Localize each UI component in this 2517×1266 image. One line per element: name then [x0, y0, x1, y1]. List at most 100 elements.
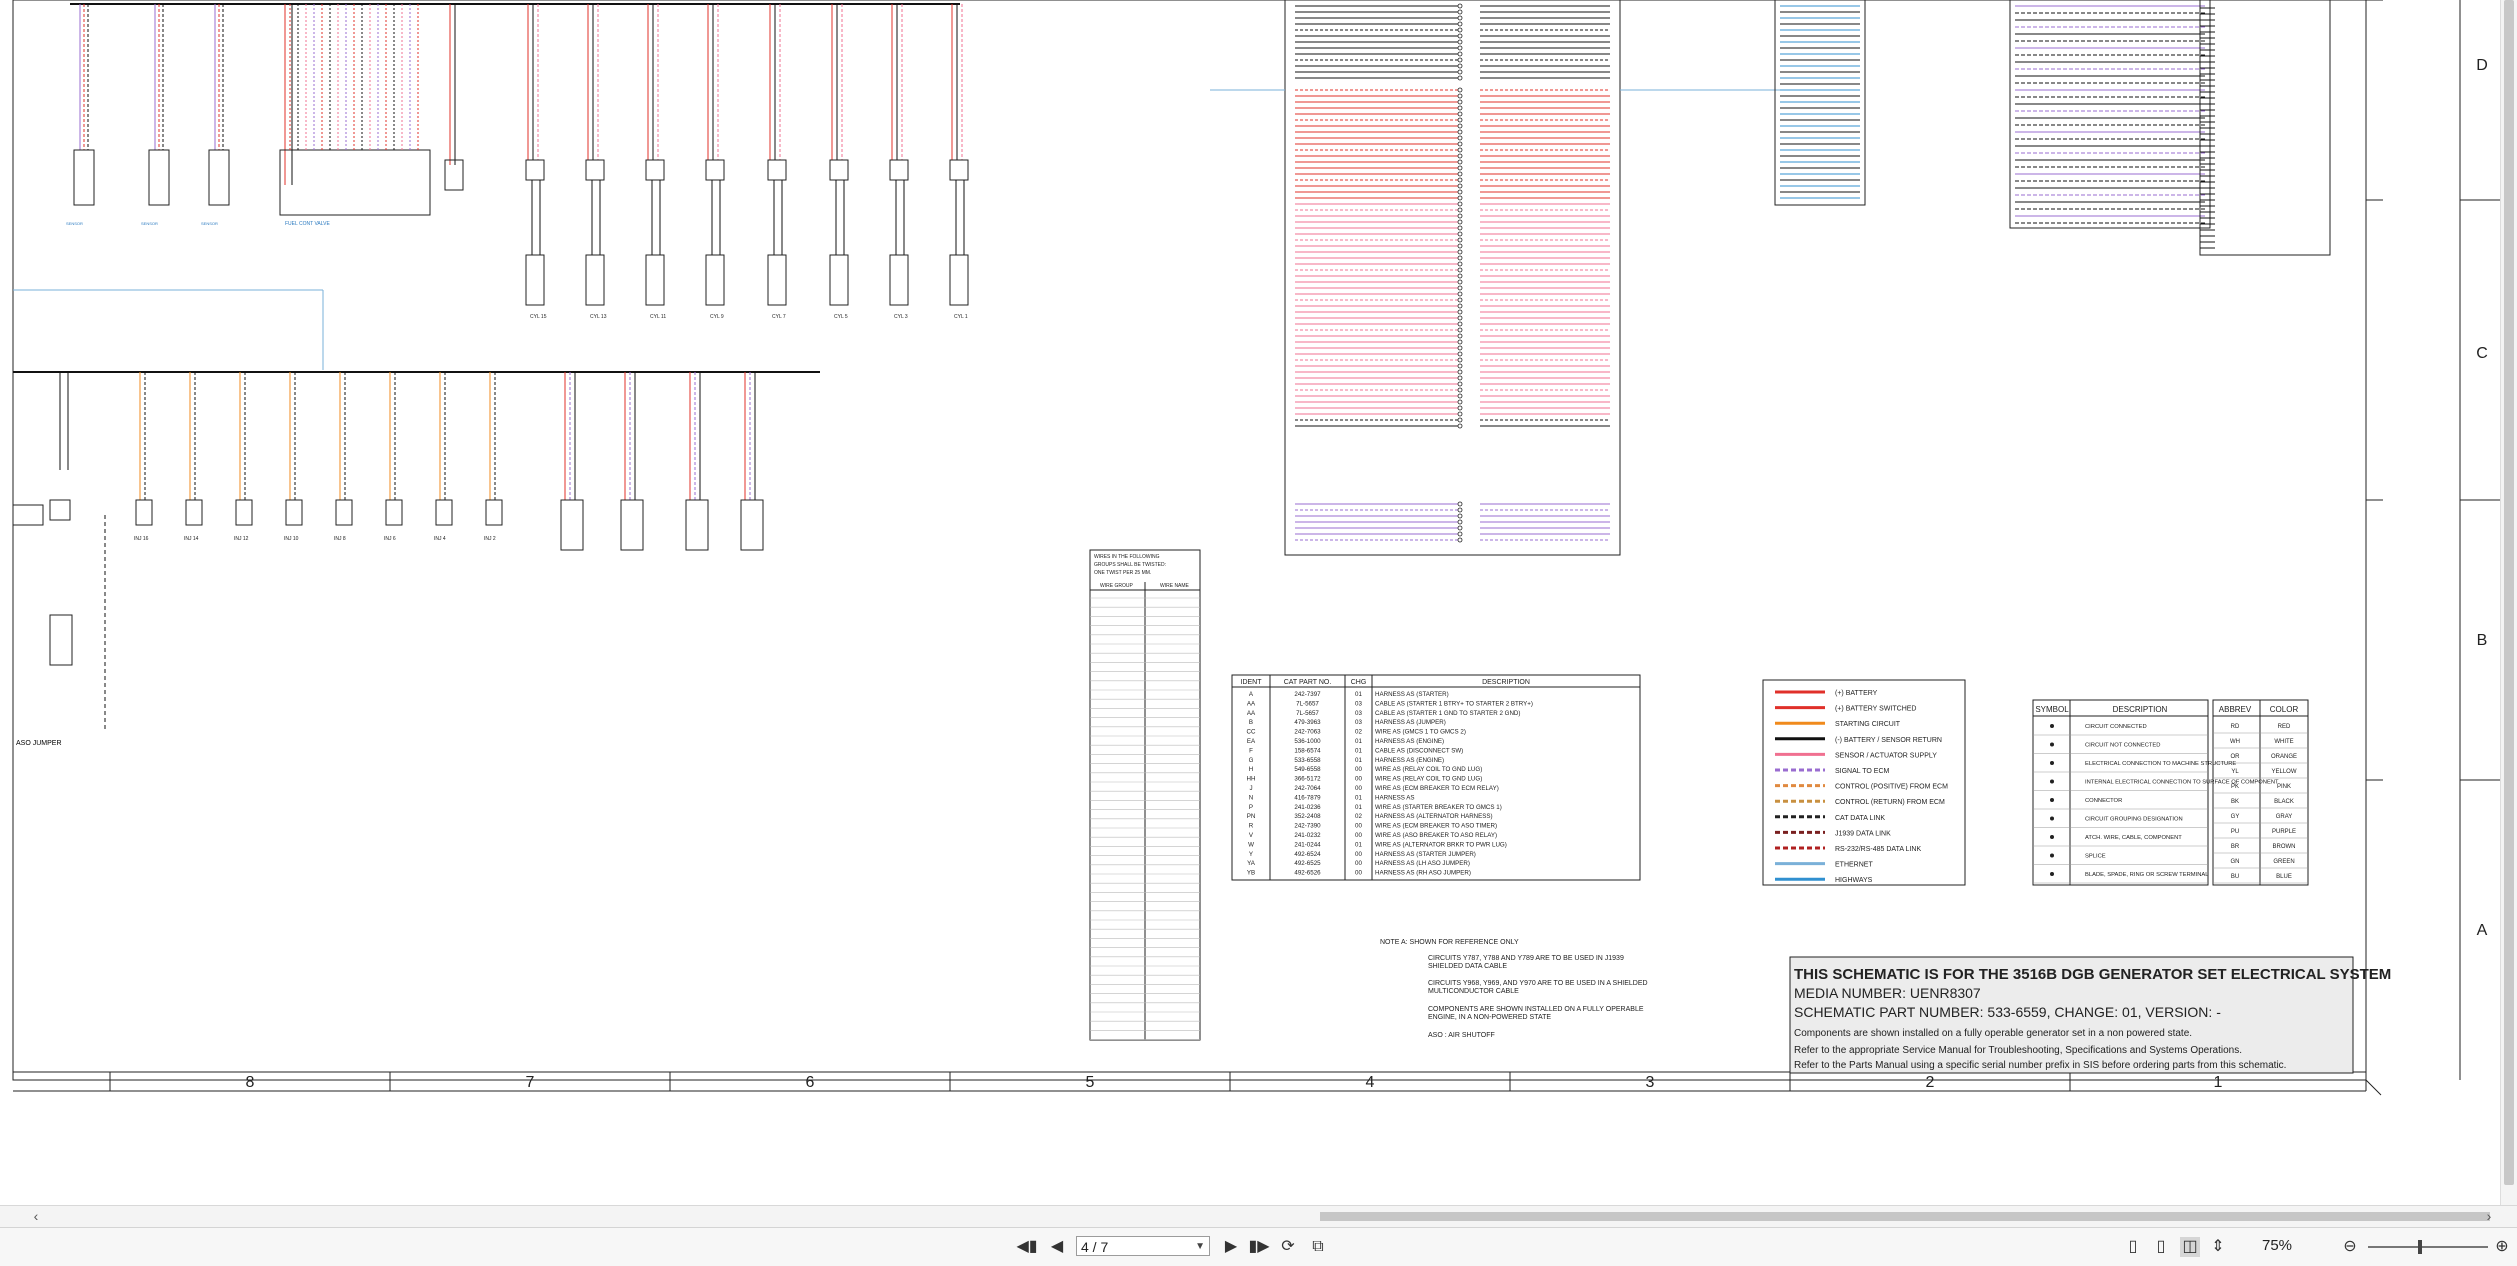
- color-name: RED: [2278, 724, 2291, 730]
- splice: [1457, 189, 1463, 195]
- document-viewport: ASO JUMPER 8 7 6 5 4 3 2 1 D C B A SENSOR SENSOR SENSO…: [0, 0, 2500, 1205]
- harness-table-cell: 7L-5657: [1296, 700, 1319, 707]
- chevron-down-icon[interactable]: ▼: [1195, 1237, 1205, 1257]
- splice: [1457, 147, 1463, 153]
- title-block-line: Components are shown installed on a full…: [1794, 1028, 2192, 1039]
- sheet-border: [12, 0, 2367, 1081]
- harness-table-header: IDENT: [1241, 679, 1263, 686]
- legend-label: CONTROL (POSITIVE) FROM ECM: [1835, 784, 1948, 791]
- color-name: BLUE: [2276, 874, 2292, 880]
- harness-table-cell: CABLE AS (STARTER 1 GND TO STARTER 2 GND…: [1375, 710, 1520, 717]
- two-page-view-icon[interactable]: ◫: [2180, 1237, 2200, 1257]
- splice: [1457, 321, 1463, 327]
- spread-icon[interactable]: ⧉: [1308, 1237, 1328, 1257]
- viewer-toolbar: ◀▮ ◀ 4 / 7 ▼ ▶ ▮▶ ⟳ ⧉ ▯ ▯ ◫ ⇕ 75% ⊖ ⊕: [0, 1227, 2517, 1266]
- symbol-glyph: [2050, 835, 2054, 839]
- harness-table-cell: Y: [1249, 851, 1253, 858]
- splice: [1457, 531, 1463, 537]
- continuous-view-icon[interactable]: ▯: [2152, 1237, 2170, 1257]
- splice: [1457, 93, 1463, 99]
- splice: [1457, 315, 1463, 321]
- sensor-connector: [560, 499, 584, 551]
- wiring-layer: [12, 0, 2500, 1096]
- splice: [1457, 363, 1463, 369]
- zone-column-label: 3: [1646, 1074, 1655, 1091]
- splice: [1457, 501, 1463, 507]
- harness-table-cell: 00: [1355, 870, 1362, 877]
- color-name: WHITE: [2274, 739, 2293, 745]
- injector-solenoid: [829, 254, 849, 306]
- single-page-view-icon[interactable]: ▯: [2124, 1237, 2142, 1257]
- harness-table-cell: WIRE AS (GMCS 1 TO GMCS 2): [1375, 729, 1466, 736]
- color-name: PURPLE: [2272, 829, 2296, 835]
- harness-table-cell: 01: [1355, 804, 1362, 811]
- splice: [1457, 171, 1463, 177]
- injector-label: INJ 16: [134, 536, 149, 542]
- first-page-icon[interactable]: ◀▮: [1016, 1237, 1038, 1257]
- injector-solenoid: [705, 254, 725, 306]
- injector-solenoid: [525, 254, 545, 306]
- scroll-left-icon[interactable]: ‹: [28, 1208, 44, 1224]
- aso-relay: [49, 614, 73, 666]
- horizontal-scrollbar[interactable]: ‹ ›: [0, 1205, 2517, 1228]
- splice: [1457, 177, 1463, 183]
- color-name: YELLOW: [2271, 769, 2296, 775]
- scroll-right-icon[interactable]: ›: [2481, 1208, 2497, 1224]
- sensor-connector: [208, 149, 230, 206]
- symbol-glyph: [2050, 724, 2054, 728]
- zoom-level[interactable]: 75%: [2262, 1237, 2292, 1254]
- harness-table-cell: HARNESS AS (STARTER JUMPER): [1375, 851, 1476, 858]
- note-text: COMPONENTS ARE SHOWN INSTALLED ON A FULL…: [1428, 1006, 1644, 1013]
- harness-table-cell: W: [1248, 841, 1254, 848]
- sheet-corner: [2365, 1079, 2382, 1096]
- harness-table-cell: WIRE AS (RELAY COIL TO GND LUG): [1375, 776, 1482, 783]
- splice: [1457, 345, 1463, 351]
- zoom-slider-handle[interactable]: [2418, 1240, 2422, 1254]
- splice: [1457, 231, 1463, 237]
- splice: [1457, 195, 1463, 201]
- color-table-header: ABBREV: [2219, 705, 2252, 714]
- harness-table-cell: YB: [1247, 870, 1255, 877]
- color-abbrev: OR: [2231, 754, 2241, 760]
- symbol-glyph: [2050, 742, 2054, 747]
- zoom-out-icon[interactable]: ⊖: [2340, 1237, 2360, 1257]
- previous-page-icon[interactable]: ◀: [1048, 1237, 1066, 1257]
- harness-table-cell: HARNESS AS (ENGINE): [1375, 757, 1444, 764]
- harness-table-cell: 00: [1355, 823, 1362, 830]
- injector-connector: [645, 159, 665, 181]
- zoom-in-icon[interactable]: ⊕: [2492, 1237, 2512, 1257]
- splice: [1457, 69, 1463, 75]
- harness-table-cell: 242-7063: [1294, 729, 1321, 736]
- vertical-scrollbar[interactable]: [2500, 0, 2517, 1205]
- harness-table-cell: WIRE AS (ECM BREAKER TO ECM RELAY): [1375, 785, 1499, 792]
- harness-table-header: CAT PART NO.: [1284, 679, 1332, 686]
- sensor-connector: [148, 149, 170, 206]
- zone-column-label: 6: [806, 1074, 815, 1091]
- last-page-icon[interactable]: ▮▶: [1248, 1237, 1270, 1257]
- harness-table-cell: J: [1249, 785, 1252, 792]
- splice: [1457, 159, 1463, 165]
- splice: [1457, 39, 1463, 45]
- splice: [1457, 309, 1463, 315]
- harness-table-cell: 00: [1355, 766, 1362, 773]
- harness-table-cell: H: [1249, 766, 1253, 773]
- fit-width-icon[interactable]: ⇕: [2208, 1237, 2228, 1257]
- splice: [1457, 411, 1463, 417]
- rotate-icon[interactable]: ⟳: [1278, 1237, 1298, 1257]
- page-number-input[interactable]: 4 / 7 ▼: [1076, 1236, 1210, 1256]
- horizontal-scroll-thumb[interactable]: [1320, 1212, 2490, 1221]
- harness-table-cell: 03: [1355, 700, 1362, 707]
- splice: [1457, 381, 1463, 387]
- harness-table-cell: A: [1249, 691, 1254, 698]
- harness-table-cell: 00: [1355, 785, 1362, 792]
- symbol-description: BLADE, SPADE, RING OR SCREW TERMINAL: [2085, 872, 2209, 878]
- title-block-line: Refer to the Parts Manual using a specif…: [1794, 1060, 2286, 1071]
- injector-label: INJ 14: [184, 536, 199, 542]
- injector-connector: [135, 499, 153, 526]
- sensor-label: SENSOR: [141, 221, 158, 226]
- splice: [1457, 141, 1463, 147]
- zoom-slider[interactable]: [2368, 1240, 2488, 1254]
- color-abbrev: BR: [2231, 844, 2240, 850]
- note-text: ENGINE, IN A NON-POWERED STATE: [1428, 1014, 1551, 1021]
- next-page-icon[interactable]: ▶: [1222, 1237, 1240, 1257]
